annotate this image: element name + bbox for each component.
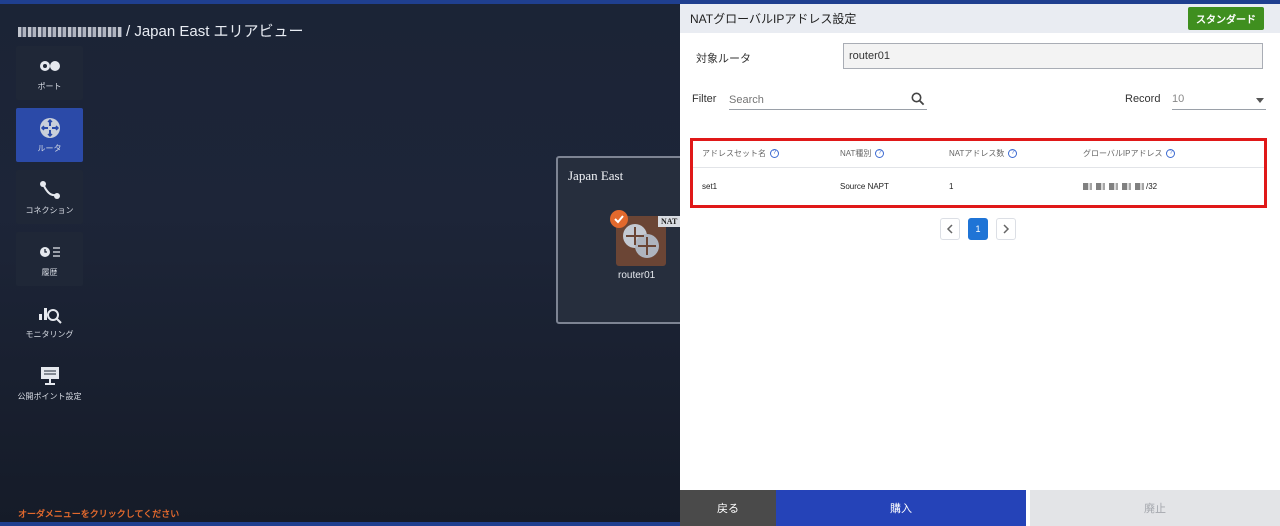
connection-icon <box>38 179 62 201</box>
cell-global-ip: /32 <box>1083 182 1157 191</box>
breadcrumb-title: / Japan East エリアビュー <box>126 23 304 40</box>
region-box[interactable]: Japan East NAT router01 <box>556 156 686 324</box>
search-input[interactable] <box>729 91 904 109</box>
record-label: Record <box>1125 93 1161 105</box>
nav-item-history[interactable]: 履歴 <box>16 232 83 286</box>
prev-page-button[interactable] <box>940 218 960 240</box>
nat-badge: NAT <box>658 216 681 227</box>
target-router-label: 対象ルータ <box>696 53 751 65</box>
col-nat-count: NATアドレス数? <box>949 148 1018 159</box>
nav-label: 履歴 <box>41 267 58 277</box>
filter-row: Filter Record 10 <box>692 90 1272 114</box>
nav-item-monitoring[interactable]: モニタリング <box>16 294 83 348</box>
order-hint: オーダメニューをクリックしてください <box>18 509 180 519</box>
record-value: 10 <box>1172 93 1185 105</box>
nav-label: コネクション <box>25 205 74 215</box>
port-icon <box>38 55 62 77</box>
nav-label: 公開ポイント設定 <box>17 391 82 401</box>
col-address-set-name: アドレスセット名? <box>702 148 779 159</box>
history-icon <box>38 241 62 263</box>
area-view: / Japan East エリアビュー ポート ルータ コネクション 履歴 モニ… <box>0 0 686 526</box>
search-icon[interactable] <box>911 92 925 111</box>
col-nat-type: NAT種別? <box>840 148 885 159</box>
nav-item-router[interactable]: ルータ <box>16 108 83 162</box>
page-button-current[interactable]: 1 <box>968 218 988 240</box>
router-icon <box>623 224 659 258</box>
buy-button[interactable]: 購入 <box>776 490 1026 526</box>
panel-title: NATグローバルIPアドレス設定 <box>690 12 857 26</box>
nav-label: ポート <box>37 81 62 91</box>
cell-count: 1 <box>949 182 954 191</box>
help-icon[interactable]: ? <box>1008 149 1018 158</box>
router-label: router01 <box>618 270 656 281</box>
check-icon <box>610 210 628 228</box>
nav-item-connection[interactable]: コネクション <box>16 170 83 224</box>
nat-settings-panel: NATグローバルIPアドレス設定 スタンダード 対象ルータ router01 F… <box>680 0 1280 526</box>
target-router-field: router01 <box>843 43 1263 69</box>
router-icon <box>38 117 62 139</box>
record-select[interactable]: 10 <box>1172 90 1266 110</box>
nav-item-port[interactable]: ポート <box>16 46 83 100</box>
chevron-down-icon <box>1256 98 1264 103</box>
address-set-table: アドレスセット名? NAT種別? NATアドレス数? グローバルIPアドレス? … <box>690 138 1267 208</box>
nav-item-public-point[interactable]: 公開ポイント設定 <box>16 356 83 410</box>
col-global-ip: グローバルIPアドレス? <box>1083 148 1176 159</box>
public-point-icon <box>38 365 62 387</box>
monitoring-icon <box>38 303 62 325</box>
masked-tenant-name <box>18 27 122 38</box>
plan-badge: スタンダード <box>1188 7 1264 30</box>
filter-label: Filter <box>692 93 717 105</box>
target-router-row: 対象ルータ router01 <box>696 43 1264 72</box>
help-icon[interactable]: ? <box>875 149 885 158</box>
pagination: 1 <box>940 218 1016 240</box>
next-page-button[interactable] <box>996 218 1016 240</box>
table-header: アドレスセット名? NAT種別? NATアドレス数? グローバルIPアドレス? <box>693 141 1264 168</box>
help-icon[interactable]: ? <box>770 149 779 158</box>
cell-nat-type: Source NAPT <box>840 182 889 191</box>
chevron-right-icon <box>1003 224 1010 234</box>
panel-header: NATグローバルIPアドレス設定 スタンダード <box>680 0 1280 33</box>
panel-footer: 戻る 購入 廃止 <box>680 490 1280 526</box>
back-button[interactable]: 戻る <box>680 490 776 526</box>
chevron-left-icon <box>946 224 953 234</box>
discontinue-button[interactable]: 廃止 <box>1030 490 1280 526</box>
search-box <box>729 90 927 110</box>
nav-label: ルータ <box>37 143 62 153</box>
breadcrumb: / Japan East エリアビュー <box>18 20 304 41</box>
cell-name: set1 <box>702 182 718 191</box>
table-row[interactable]: set1 Source NAPT 1 /32 <box>693 168 1264 206</box>
region-title: Japan East <box>568 168 624 183</box>
nav-label: モニタリング <box>25 329 74 339</box>
side-nav: ポート ルータ コネクション 履歴 モニタリング 公開ポイント設定 <box>16 46 84 418</box>
help-icon[interactable]: ? <box>1166 149 1176 158</box>
masked-ip <box>1083 183 1145 190</box>
